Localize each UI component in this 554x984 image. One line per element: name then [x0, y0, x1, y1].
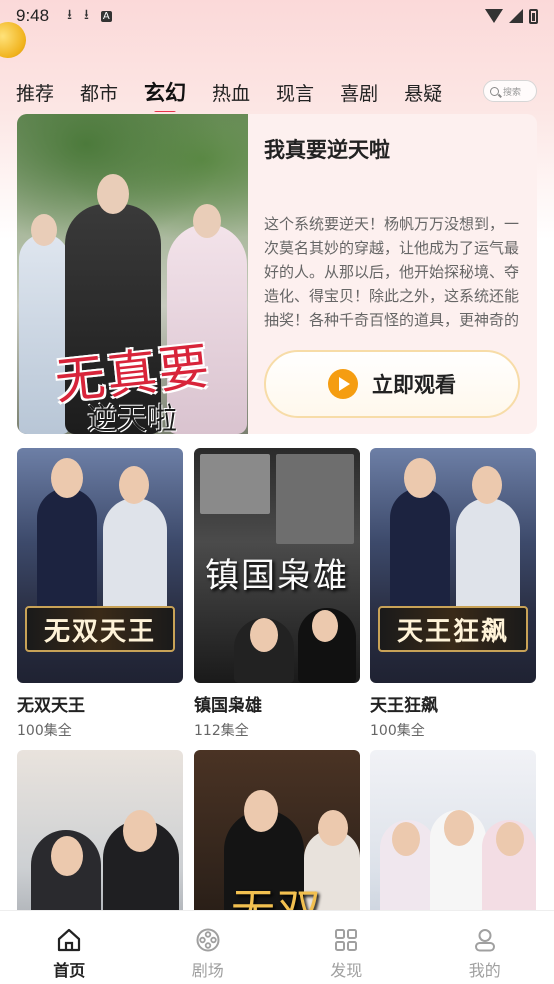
drama-episodes: 112集全	[194, 723, 249, 739]
featured-card[interactable]: 无真要 逆天啦 我真要逆天啦 这个系统要逆天！杨帆万万没想到，一次莫名其妙的穿越…	[17, 114, 537, 434]
user-icon	[474, 929, 495, 952]
drama-episodes: 100集全	[17, 723, 72, 739]
poster-title-text: 天王狂飙	[378, 606, 528, 652]
search-icon	[490, 86, 499, 96]
poster-face	[392, 822, 420, 856]
drama-card[interactable]: 天王狂飙 天王狂飙 100集全	[370, 448, 536, 740]
drama-title[interactable]: 镇国枭雄	[194, 691, 360, 716]
status-bar: 9:48 ⭳ ⭳ A	[0, 0, 554, 32]
poster-face	[193, 204, 221, 238]
tab-comedy[interactable]: 喜剧	[340, 79, 378, 106]
play-icon	[328, 369, 358, 399]
poster-face	[123, 810, 157, 852]
font-icon: A	[100, 10, 112, 22]
drama-card[interactable]: 无双天王 无双天王 100集全	[17, 448, 183, 740]
featured-poster[interactable]: 无真要 逆天啦	[17, 114, 248, 434]
tab-passion[interactable]: 热血	[212, 79, 250, 106]
battery-icon	[529, 8, 538, 24]
poster-title-text: 无双天王	[25, 606, 175, 652]
poster-figure	[200, 454, 270, 514]
nav-home[interactable]: 首页	[0, 911, 139, 984]
poster-face	[31, 214, 57, 246]
wifi-icon	[485, 9, 503, 23]
poster-face	[312, 610, 338, 642]
poster-face	[318, 810, 348, 846]
tab-recommend[interactable]: 推荐	[16, 79, 54, 106]
nav-discover-label: 发现	[330, 961, 363, 980]
drama-title[interactable]: 天王狂飙	[370, 691, 536, 716]
poster-face	[444, 810, 474, 846]
download-icon: ⭳	[67, 7, 72, 23]
poster-title-text: 镇国枭雄	[205, 556, 349, 596]
poster-face	[404, 458, 436, 498]
poster-face	[51, 458, 83, 498]
nav-profile-label: 我的	[468, 961, 501, 980]
tab-urban[interactable]: 都市	[80, 79, 118, 106]
status-time: 9:48	[16, 6, 50, 25]
watch-now-label: 立即观看	[372, 373, 456, 397]
poster-figure	[276, 454, 354, 544]
poster-face	[119, 466, 149, 504]
poster-face	[472, 466, 502, 504]
poster-face	[244, 790, 278, 832]
poster-face	[496, 822, 524, 856]
poster-subtitle-text: 逆天啦	[87, 402, 177, 434]
featured-info: 我真要逆天啦 这个系统要逆天！杨帆万万没想到，一次莫名其妙的穿越，让他成为了运气…	[248, 114, 537, 434]
watch-now-button[interactable]: 立即观看	[264, 350, 520, 418]
nav-theater[interactable]: 剧场	[139, 911, 278, 984]
drama-poster[interactable]: 天王狂飙	[370, 448, 536, 683]
search-placeholder: 搜索	[503, 87, 522, 98]
drama-poster[interactable]: 镇国枭雄	[194, 448, 360, 683]
nav-profile[interactable]: 我的	[416, 911, 554, 984]
tab-fantasy[interactable]: 玄幻	[144, 77, 186, 112]
poster-face	[97, 174, 129, 214]
drama-episodes: 100集全	[370, 723, 425, 739]
category-tabs: 推荐 都市 玄幻 热血 现言 喜剧 悬疑	[16, 72, 486, 112]
tab-modern-romance[interactable]: 现言	[276, 79, 314, 106]
drama-poster[interactable]: 无双天王	[17, 448, 183, 683]
film-reel-icon	[196, 928, 220, 952]
nav-theater-label: 剧场	[191, 961, 224, 980]
featured-title[interactable]: 我真要逆天啦	[264, 134, 521, 164]
tab-mystery[interactable]: 悬疑	[404, 79, 442, 106]
poster-face	[250, 618, 278, 652]
signal-icon	[509, 9, 523, 23]
drama-card[interactable]: 镇国枭雄 镇国枭雄 112集全	[194, 448, 360, 740]
nav-home-label: 首页	[53, 961, 86, 980]
search-input[interactable]: 搜索	[483, 80, 537, 102]
featured-description: 这个系统要逆天！杨帆万万没想到，一次莫名其妙的穿越，让他成为了运气最好的人。从那…	[264, 215, 520, 329]
drama-title[interactable]: 无双天王	[17, 691, 183, 716]
bottom-nav: 首页 剧场 发现 我的	[0, 910, 554, 984]
nav-discover[interactable]: 发现	[277, 911, 416, 984]
grid-icon	[335, 929, 358, 951]
poster-face	[51, 836, 83, 876]
home-icon	[58, 928, 81, 952]
download-icon: ⭳	[84, 7, 89, 23]
